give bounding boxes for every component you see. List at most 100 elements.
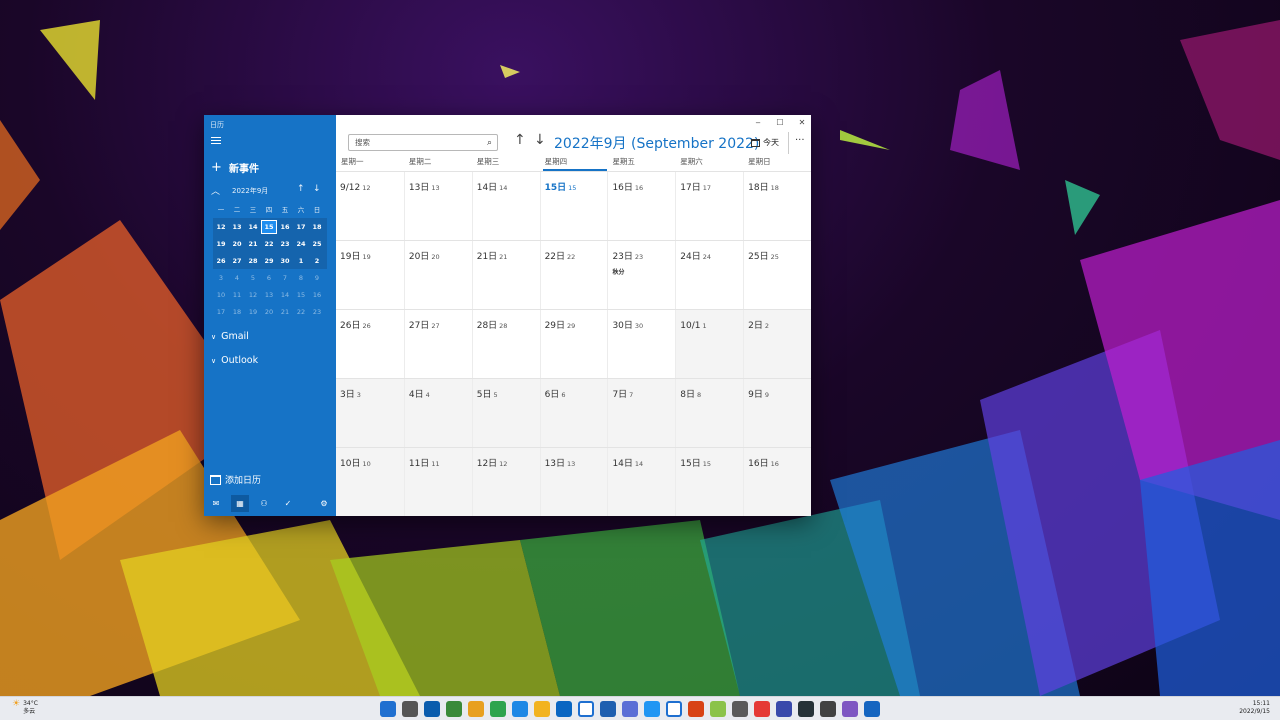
mini-day[interactable]: 20 — [261, 308, 277, 316]
mini-day[interactable]: 21 — [277, 308, 293, 316]
next-month-arrow-icon[interactable]: ↓ — [313, 184, 321, 194]
day-cell[interactable]: 16日 16 — [743, 448, 811, 516]
todo-check-icon[interactable]: ✓ — [279, 495, 297, 512]
hamburger-menu-icon[interactable] — [211, 137, 221, 147]
mini-day[interactable]: 23 — [277, 240, 293, 248]
previous-month-arrow-icon[interactable]: ↑ — [297, 184, 305, 194]
day-cell[interactable]: 16日 16 — [607, 172, 675, 240]
mini-day[interactable]: 28 — [245, 257, 261, 265]
mini-day[interactable]: 10 — [213, 291, 229, 299]
day-cell[interactable]: 25日 25 — [743, 241, 811, 309]
add-calendar-button[interactable]: 添加日历 — [210, 473, 261, 486]
system-clock[interactable]: 15:11 2022/9/15 — [1239, 700, 1270, 716]
day-cell[interactable]: 24日 24 — [675, 241, 743, 309]
taskbar-app-icon[interactable] — [842, 701, 858, 717]
taskbar-app-icon[interactable] — [622, 701, 638, 717]
mini-day[interactable]: 1 — [293, 257, 309, 265]
day-cell[interactable]: 7日 7 — [607, 379, 676, 447]
day-cell[interactable]: 4日 4 — [403, 379, 472, 447]
mini-day[interactable]: 13 — [261, 291, 277, 299]
taskbar-app-icon[interactable] — [644, 701, 660, 717]
taskbar-app-icon[interactable] — [468, 701, 484, 717]
mini-day[interactable]: 17 — [213, 308, 229, 316]
calendar-icon[interactable]: ▦ — [231, 495, 249, 512]
day-cell[interactable]: 17日 17 — [675, 172, 743, 240]
more-options-icon[interactable]: ··· — [795, 135, 805, 146]
day-cell[interactable]: 28日 28 — [471, 310, 540, 378]
taskbar-app-icon[interactable] — [710, 701, 726, 717]
maximize-icon[interactable]: ☐ — [775, 118, 785, 127]
weather-widget[interactable]: ☀ 34°C 多云 — [12, 700, 38, 716]
taskbar-app-icon[interactable] — [424, 701, 440, 717]
taskbar-app-icon[interactable] — [754, 701, 770, 717]
mini-day[interactable]: 26 — [213, 257, 229, 265]
mini-day[interactable]: 30 — [277, 257, 293, 265]
mini-day[interactable]: 4 — [229, 274, 245, 282]
today-button[interactable]: 今天 — [751, 137, 779, 148]
taskbar-app-icon[interactable] — [402, 701, 418, 717]
mini-day[interactable]: 13 — [229, 223, 245, 231]
next-arrow-icon[interactable]: ↓ — [534, 132, 546, 148]
mini-day[interactable]: 18 — [229, 308, 245, 316]
day-cell[interactable]: 18日 18 — [743, 172, 811, 240]
account-gmail[interactable]: ∨ Gmail — [211, 331, 249, 342]
taskbar-app-icon[interactable] — [798, 701, 814, 717]
search-icon[interactable]: ⌕ — [487, 136, 492, 151]
mini-day[interactable]: 12 — [213, 223, 229, 231]
collapse-chevron-icon[interactable]: ︿ — [211, 184, 220, 197]
new-event-button[interactable]: + 新事件 — [211, 160, 259, 175]
mini-day[interactable]: 20 — [229, 240, 245, 248]
taskbar-app-icon[interactable] — [512, 701, 528, 717]
day-cell[interactable]: 9/12 12 — [336, 172, 404, 240]
start-windows-icon[interactable] — [380, 701, 396, 717]
taskbar-app-icon[interactable] — [578, 701, 594, 717]
day-cell[interactable]: 14日 14 — [607, 448, 676, 516]
day-cell[interactable]: 21日 21 — [471, 241, 540, 309]
day-cell[interactable]: 9日 9 — [743, 379, 811, 447]
calendar-title[interactable]: 2022年9月 (September 2022) — [554, 133, 759, 153]
mini-day[interactable]: 27 — [229, 257, 245, 265]
mini-day[interactable]: 11 — [229, 291, 245, 299]
mini-day[interactable]: 17 — [293, 223, 309, 231]
mini-calendar-month[interactable]: 2022年9月 — [232, 186, 268, 196]
close-icon[interactable]: ✕ — [797, 118, 807, 127]
mini-day[interactable]: 29 — [261, 257, 277, 265]
mini-day[interactable]: 6 — [261, 274, 277, 282]
taskbar-app-icon[interactable] — [600, 701, 616, 717]
taskbar-app-icon[interactable] — [446, 701, 462, 717]
mini-day[interactable]: 5 — [245, 274, 261, 282]
day-cell[interactable]: 13日 13 — [403, 172, 472, 240]
day-cell[interactable]: 2日 2 — [743, 310, 811, 378]
taskbar-app-icon[interactable] — [820, 701, 836, 717]
previous-arrow-icon[interactable]: ↑ — [514, 132, 526, 148]
taskbar-app-icon[interactable] — [732, 701, 748, 717]
day-cell[interactable]: 14日 14 — [471, 172, 540, 240]
mini-day[interactable]: 9 — [309, 274, 325, 282]
day-cell[interactable]: 6日 6 — [539, 379, 608, 447]
day-cell[interactable]: 29日 29 — [539, 310, 608, 378]
mini-day[interactable]: 16 — [277, 223, 293, 231]
mini-day-today[interactable]: 15 — [261, 219, 277, 234]
mini-day[interactable]: 22 — [293, 308, 309, 316]
mini-day[interactable]: 22 — [261, 240, 277, 248]
people-icon[interactable]: ⚇ — [255, 495, 273, 512]
mini-day[interactable]: 15 — [293, 291, 309, 299]
mini-day[interactable]: 12 — [245, 291, 261, 299]
mini-day[interactable]: 14 — [277, 291, 293, 299]
day-cell[interactable]: 26日 26 — [336, 310, 404, 378]
day-cell[interactable]: 20日 20 — [403, 241, 472, 309]
taskbar-app-icon[interactable] — [490, 701, 506, 717]
mini-day[interactable]: 18 — [309, 223, 325, 231]
mini-day[interactable]: 21 — [245, 240, 261, 248]
mini-day[interactable]: 23 — [309, 308, 325, 316]
day-cell[interactable]: 13日 13 — [539, 448, 608, 516]
mini-day[interactable]: 8 — [293, 274, 309, 282]
taskbar-app-icon[interactable] — [534, 701, 550, 717]
day-cell[interactable]: 12日 12 — [471, 448, 540, 516]
mail-icon[interactable]: ✉ — [207, 495, 225, 512]
mini-day[interactable]: 2 — [309, 257, 325, 265]
day-cell[interactable]: 23日 23 秋分 — [607, 241, 675, 309]
day-cell[interactable]: 8日 8 — [675, 379, 744, 447]
mini-day[interactable]: 25 — [309, 240, 325, 248]
taskbar-app-icon[interactable] — [776, 701, 792, 717]
